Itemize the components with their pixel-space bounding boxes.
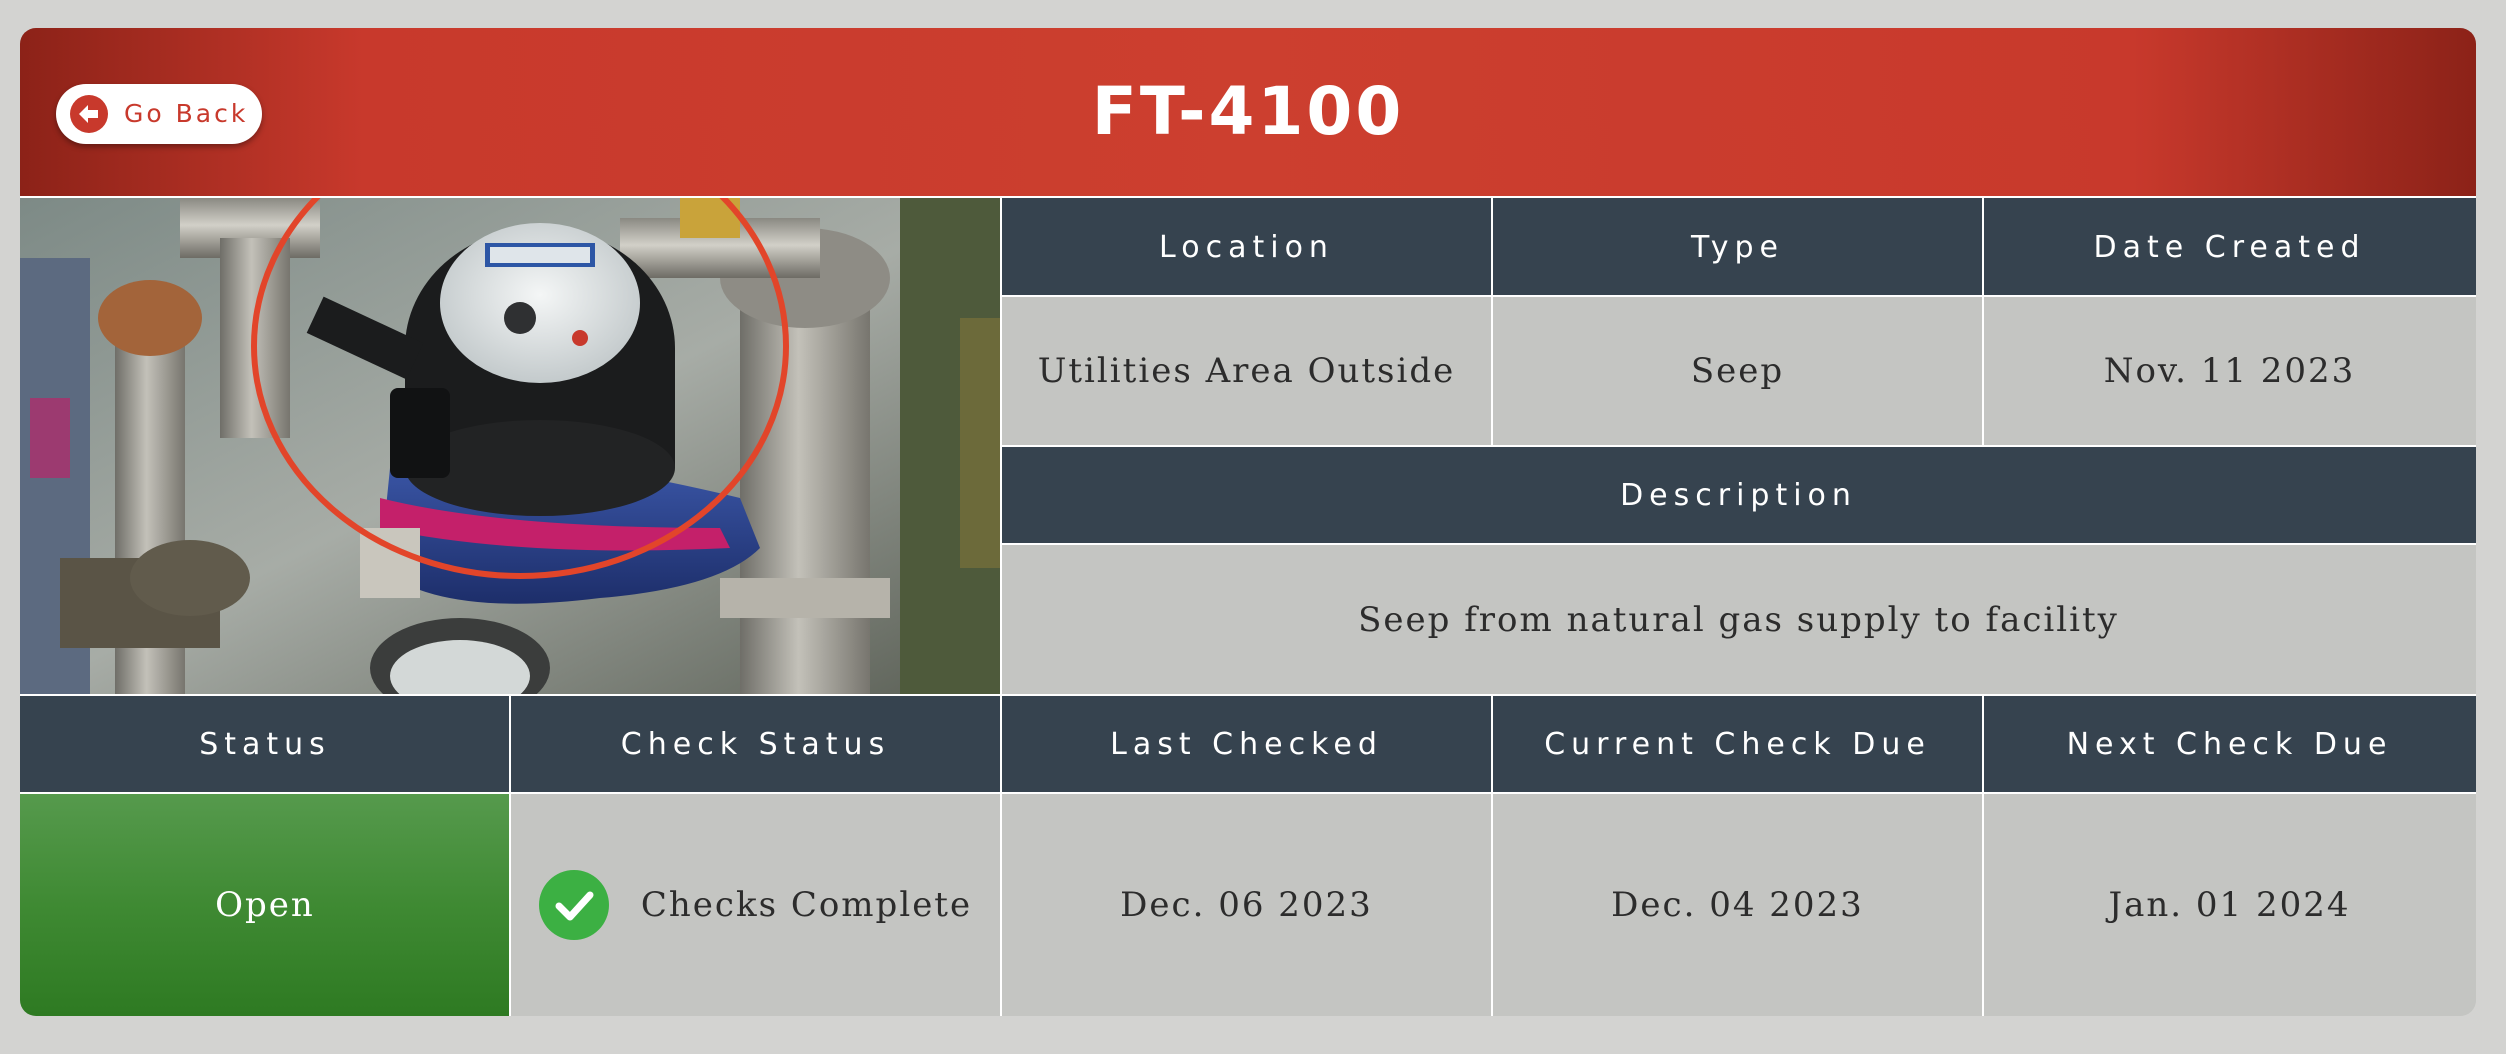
divider [1001,295,2476,297]
check-status-content: Checks Complete [538,869,973,940]
next-check-due-header: Next Check Due [1983,695,2476,793]
divider [1491,198,1493,446]
current-check-due-header: Current Check Due [1492,695,1983,793]
go-back-label: Go Back [124,99,249,128]
asset-photo [20,198,1001,695]
location-value: Utilities Area Outside [1001,296,1492,446]
divider [20,196,2476,198]
arrow-left-circle-icon [70,95,108,133]
page-title: FT-4100 [1091,73,1405,150]
check-status-header: Check Status [510,695,1001,793]
divider [20,792,2476,794]
type-value: Seep [1492,296,1983,446]
divider [509,695,511,1016]
last-checked-value: Dec. 06 2023 [1001,793,1492,1016]
next-check-due-value: Jan. 01 2024 [1983,793,2476,1016]
last-checked-header: Last Checked [1001,695,1492,793]
status-header: Status [20,695,510,793]
description-value: Seep from natural gas supply to facility [1001,544,2476,695]
divider [1001,445,2476,447]
check-status-value: Checks Complete [510,793,1001,1016]
divider [1000,198,1002,1016]
date-created-header: Date Created [1983,198,2476,296]
divider [1982,695,1984,1016]
type-header: Type [1492,198,1983,296]
divider [20,694,2476,696]
status-badge: Open [20,793,510,1016]
divider [1491,695,1493,1016]
description-header: Description [1001,446,2476,544]
date-created-value: Nov. 11 2023 [1983,296,2476,446]
divider [1982,198,1984,446]
go-back-button[interactable]: Go Back [56,84,262,144]
location-header: Location [1001,198,1492,296]
check-status-label: Checks Complete [640,884,973,925]
current-check-due-value: Dec. 04 2023 [1492,793,1983,1016]
divider [1001,543,2476,545]
check-circle-icon [538,869,609,940]
water-meter-photo [20,198,1001,695]
incident-card: FT-4100 Go Back Location Type Date Creat… [20,28,2476,1016]
